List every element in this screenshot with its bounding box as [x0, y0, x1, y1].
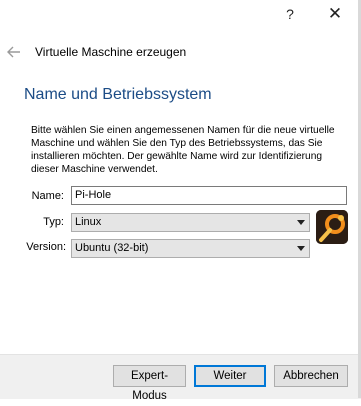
type-select[interactable]: Linux — [71, 213, 310, 232]
version-label: Version: — [26, 241, 66, 253]
wizard-title: Virtuelle Maschine erzeugen — [35, 45, 187, 59]
cancel-button[interactable]: Abbrechen — [274, 365, 348, 387]
chevron-down-icon — [297, 220, 305, 225]
next-button[interactable]: Weiter — [194, 365, 266, 387]
chevron-down-icon — [297, 246, 305, 251]
expert-mode-button[interactable]: Expert-Modus — [113, 365, 186, 402]
back-arrow-icon[interactable] — [6, 44, 24, 60]
help-button[interactable]: ? — [276, 4, 304, 24]
description-text: Bitte wählen Sie einen angemessenen Name… — [31, 125, 335, 175]
type-select-value: Linux — [75, 216, 102, 228]
version-select-value: Ubuntu (32-bit) — [75, 242, 149, 254]
type-label: Typ: — [43, 216, 64, 228]
version-select[interactable]: Ubuntu (32-bit) — [71, 239, 310, 258]
name-input[interactable]: Pi-Hole — [71, 186, 347, 205]
ubuntu-os-icon — [316, 210, 348, 244]
close-button[interactable]: ✕ — [321, 4, 349, 24]
name-label: Name: — [31, 190, 64, 202]
page-heading: Name und Betriebssystem — [24, 86, 212, 103]
